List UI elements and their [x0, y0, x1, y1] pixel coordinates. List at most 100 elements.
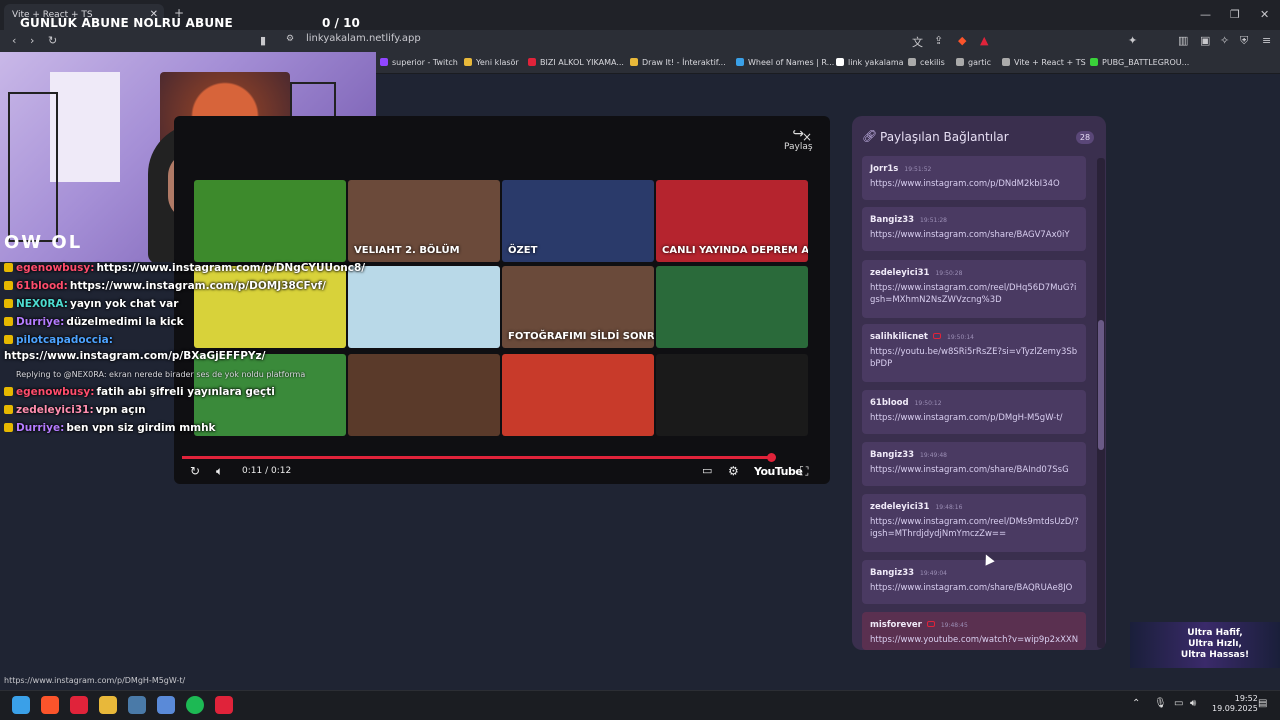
link-url[interactable]: https://www.instagram.com/share/BAQRUAe8… — [870, 582, 1080, 594]
cam-window — [50, 72, 120, 182]
bookmark-item[interactable]: Draw It! - İnteraktif... — [630, 58, 726, 67]
shared-link-item[interactable]: misforever 19:48:45 https://www.youtube.co… — [862, 612, 1086, 650]
video-thumbnail[interactable]: VELIAHT 2. BÖLÜM — [348, 180, 500, 262]
chat-text: https://www.instagram.com/p/DNgCYUUonc8/ — [96, 262, 366, 274]
chat-username[interactable]: egenowbusy: — [16, 386, 94, 398]
bookmark-label: Draw It! - İnteraktif... — [642, 58, 726, 67]
translate-icon[interactable]: 文 — [912, 34, 923, 50]
youtube-logo[interactable]: YouTube — [754, 465, 803, 478]
link-timestamp: 19:49:04 — [920, 570, 947, 577]
files-icon[interactable] — [99, 696, 117, 714]
bookmark-label: Yeni klasör — [476, 58, 519, 67]
video-thumbnail[interactable] — [348, 354, 500, 436]
app2-icon[interactable] — [215, 696, 233, 714]
shared-link-item[interactable]: Bangiz33 19:51:28 https://www.instagram.co… — [862, 207, 1086, 251]
spotify-icon[interactable] — [186, 696, 204, 714]
shared-link-item[interactable]: salihkilicnet 19:50:14 https://youtu.be/w8… — [862, 324, 1086, 382]
shared-link-item[interactable]: zedeleyici31 19:48:16 https://www.instagra… — [862, 494, 1086, 552]
vpn-icon[interactable]: ⛨ — [1240, 34, 1248, 48]
link-url[interactable]: https://youtu.be/w8SRi5rRsZE?si=vTyzlZem… — [870, 346, 1080, 370]
link-url[interactable]: https://www.instagram.com/reel/DMs9mtdsU… — [870, 516, 1080, 540]
thumbnail-caption: VELIAHT 2. BÖLÜM — [354, 245, 460, 256]
share-icon[interactable]: ⇪ — [934, 34, 943, 47]
replay-icon[interactable]: ↻ — [190, 464, 200, 478]
shared-link-item[interactable]: Jorr1s 19:51:52 https://www.instagram.com/… — [862, 156, 1086, 200]
bookmark-item[interactable]: cekilis — [908, 58, 945, 67]
volume-icon[interactable]: 🔈︎ — [216, 464, 223, 479]
brave-rewards-icon[interactable]: ▲ — [980, 34, 988, 47]
menu-icon[interactable]: ≡ — [1262, 34, 1271, 47]
captions-icon[interactable]: ▭ — [702, 464, 712, 477]
chat-username[interactable]: Durriye: — [16, 316, 64, 328]
shared-link-item[interactable]: 61blood 19:50:12 https://www.instagram.com… — [862, 390, 1086, 434]
chat-message: egenowbusy: fatih abi şifreli yayınlara g… — [4, 386, 275, 398]
app-icon[interactable] — [157, 696, 175, 714]
link-author: zedeleyici31 19:48:16 — [870, 502, 962, 512]
video-thumbnail[interactable]: CANLI YAYINDA DEPREM ANI! — [656, 180, 808, 262]
address-bar[interactable]: linkyakalam.netlify.app — [280, 33, 900, 49]
settings-icon[interactable]: ⚙ — [728, 464, 739, 478]
sidebar-icon[interactable]: ▥ — [1178, 34, 1188, 47]
bookmark-item[interactable]: gartic — [956, 58, 991, 67]
brave-shield-icon[interactable]: ◆ — [958, 34, 966, 47]
link-url[interactable]: https://www.instagram.com/reel/DHq56D7Mu… — [870, 282, 1080, 306]
bookmark-item[interactable]: link yakalama — [836, 58, 904, 67]
link-timestamp: 19:50:14 — [947, 334, 974, 341]
minimize-icon[interactable]: — — [1200, 8, 1211, 21]
video-thumbnail[interactable]: ÖZET — [502, 180, 654, 262]
notification-icon[interactable]: ▤ — [1258, 698, 1267, 709]
player-close-icon[interactable]: × — [802, 130, 812, 144]
chat-username[interactable]: NEX0RA: — [16, 298, 68, 310]
chat-username[interactable]: egenowbusy: — [16, 262, 94, 274]
back-icon[interactable]: ‹ — [12, 34, 16, 47]
link-url[interactable]: https://www.instagram.com/share/BAGV7Ax0… — [870, 229, 1080, 241]
bookmark-item[interactable]: superior - Twitch — [380, 58, 458, 67]
brave-icon[interactable] — [41, 696, 59, 714]
links-scroll-thumb[interactable] — [1098, 320, 1104, 450]
chat-username[interactable]: Durriye: — [16, 422, 64, 434]
video-thumbnail[interactable] — [502, 354, 654, 436]
shared-link-item[interactable]: zedeleyici31 19:50:28 https://www.instagra… — [862, 260, 1086, 318]
system-clock[interactable]: 19:52 19.09.2025 — [1212, 694, 1258, 714]
chat-username[interactable]: zedeleyici31: — [16, 404, 94, 416]
progress-bar[interactable] — [182, 456, 771, 459]
maps-icon[interactable] — [70, 696, 88, 714]
bookmark-item[interactable]: Wheel of Names | R... — [736, 58, 834, 67]
link-url[interactable]: https://www.instagram.com/share/BAInd07S… — [870, 464, 1080, 476]
video-thumbnail[interactable] — [656, 266, 808, 348]
link-author-name: Bangiz33 — [870, 450, 915, 460]
chat-username[interactable]: 61blood: — [16, 280, 68, 292]
network-icon[interactable]: ▭ — [1174, 698, 1183, 709]
chat-message: NEX0RA: yayın yok chat var — [4, 298, 178, 310]
speaker-icon[interactable]: 🔊︎ — [1190, 698, 1196, 709]
shared-link-item[interactable]: Bangiz33 19:49:04 https://www.instagram.co… — [862, 560, 1086, 604]
forward-icon[interactable]: › — [30, 34, 34, 47]
link-url[interactable]: https://www.instagram.com/p/DNdM2kbI34O — [870, 178, 1080, 190]
link-url[interactable]: https://www.instagram.com/p/DMgH-M5gW-t/ — [870, 412, 1080, 424]
bookmark-item[interactable]: PUBG_BATTLEGROU... — [1090, 58, 1189, 67]
progress-knob[interactable] — [766, 453, 776, 462]
video-thumbnail[interactable] — [194, 266, 346, 348]
reload-icon[interactable]: ↻ — [48, 34, 57, 47]
wallet-icon[interactable]: ▣ — [1200, 34, 1210, 47]
mic-icon[interactable]: 🎙︎ — [1154, 698, 1167, 709]
shared-link-item[interactable]: Bangiz33 19:49:48 https://www.instagram.co… — [862, 442, 1086, 486]
link-url[interactable]: https://www.youtube.com/watch?v=wip9p2xX… — [870, 634, 1080, 646]
leo-icon[interactable]: ✧ — [1220, 34, 1229, 47]
steam-icon[interactable] — [128, 696, 146, 714]
tray-chevron-icon[interactable]: ⌃ — [1132, 698, 1140, 709]
video-thumbnail[interactable]: FOTOĞRAFIMI SİLDİ SONRA BENİ ARADI... — [502, 266, 654, 348]
window-close-icon[interactable]: ✕ — [1260, 8, 1269, 21]
bookmark-item[interactable]: Yeni klasör — [464, 58, 519, 67]
bookmark-icon[interactable]: ▮ — [260, 34, 266, 47]
bookmark-item[interactable]: Vite + React + TS — [1002, 58, 1086, 67]
chat-username[interactable]: pilotcapadoccia: — [16, 334, 113, 346]
bookmark-item[interactable]: BIZI ALKOL YIKAMA... — [528, 58, 624, 67]
video-thumbnail[interactable] — [348, 266, 500, 348]
windows-icon[interactable] — [12, 696, 30, 714]
video-thumbnail[interactable] — [194, 180, 346, 262]
fullscreen-icon[interactable]: ⛶ — [800, 464, 808, 479]
maximize-icon[interactable]: ❐ — [1230, 8, 1240, 21]
video-thumbnail[interactable] — [656, 354, 808, 436]
extensions-icon[interactable]: ✦ — [1128, 34, 1137, 47]
